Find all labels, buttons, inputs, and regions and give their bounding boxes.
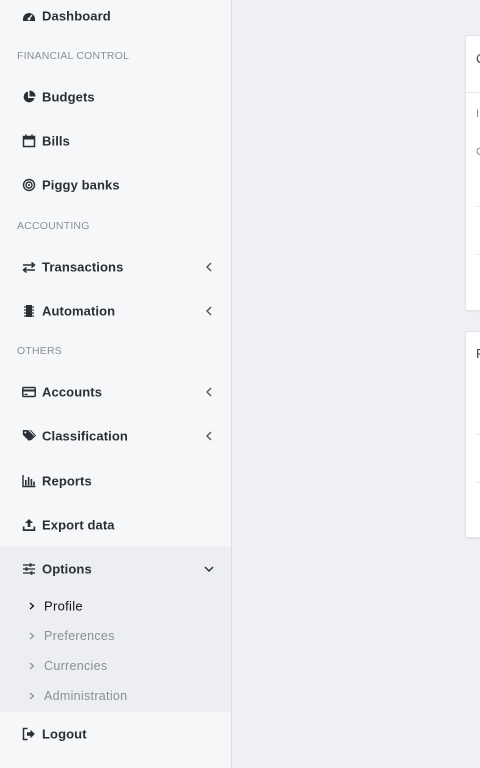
target-icon bbox=[22, 178, 36, 192]
submenu-item-administration-label: Administration bbox=[44, 689, 128, 703]
nav-reports-label: Reports bbox=[42, 473, 92, 489]
chevron-right-icon bbox=[28, 692, 36, 700]
section-accounting: ACCOUNTING bbox=[17, 220, 90, 232]
nav-piggy-banks-label: Piggy banks bbox=[42, 177, 120, 193]
chevron-down-icon bbox=[204, 564, 214, 574]
card-header-divider bbox=[466, 92, 480, 93]
submenu-item-preferences-label: Preferences bbox=[44, 629, 115, 643]
chevron-left-icon bbox=[204, 262, 214, 272]
nav-dashboard[interactable]: Dashboard bbox=[0, 0, 231, 34]
calendar-icon bbox=[22, 134, 36, 148]
nav-reports[interactable]: Reports bbox=[0, 463, 231, 499]
nav-bills-label: Bills bbox=[42, 133, 70, 149]
sliders-icon bbox=[22, 562, 36, 576]
chevron-right-icon bbox=[28, 662, 36, 670]
card-row-divider bbox=[476, 434, 480, 435]
card-text-fragment: C bbox=[476, 146, 480, 158]
card-title-fragment: C bbox=[476, 51, 480, 66]
card-row-divider bbox=[476, 206, 480, 207]
sidebar: Dashboard FINANCIAL CONTROL Budgets Bill… bbox=[0, 0, 232, 768]
chevron-left-icon bbox=[204, 431, 214, 441]
dashboard-icon bbox=[22, 9, 36, 23]
tags-icon bbox=[22, 429, 36, 443]
nav-options-label: Options bbox=[42, 561, 92, 577]
submenu-item-profile[interactable]: Profile bbox=[0, 592, 231, 620]
nav-budgets-label: Budgets bbox=[42, 89, 95, 105]
content-card-top: C I C bbox=[465, 35, 480, 311]
nav-logout-label: Logout bbox=[42, 726, 87, 742]
card-row-divider bbox=[476, 254, 480, 255]
nav-export-data-label: Export data bbox=[42, 517, 115, 533]
microchip-icon bbox=[22, 304, 36, 318]
submenu-item-currencies-label: Currencies bbox=[44, 659, 108, 673]
chevron-left-icon bbox=[204, 387, 214, 397]
nav-transactions[interactable]: Transactions bbox=[0, 249, 231, 285]
bar-chart-icon bbox=[22, 474, 36, 488]
card-text-fragment: I bbox=[476, 108, 480, 120]
nav-piggy-banks[interactable]: Piggy banks bbox=[0, 167, 231, 203]
nav-bills[interactable]: Bills bbox=[0, 123, 231, 159]
nav-logout[interactable]: Logout bbox=[0, 716, 231, 752]
nav-transactions-label: Transactions bbox=[42, 259, 124, 275]
content-card-bottom: F bbox=[465, 331, 480, 538]
chevron-left-icon bbox=[204, 306, 214, 316]
submenu-item-preferences[interactable]: Preferences bbox=[0, 622, 231, 650]
nav-accounts-label: Accounts bbox=[42, 384, 103, 400]
nav-budgets[interactable]: Budgets bbox=[0, 79, 231, 115]
submenu-item-administration[interactable]: Administration bbox=[0, 682, 231, 710]
nav-automation-label: Automation bbox=[42, 303, 116, 319]
nav-options[interactable]: Options bbox=[0, 551, 231, 587]
upload-icon bbox=[22, 518, 36, 532]
chevron-right-icon bbox=[28, 632, 36, 640]
nav-export-data[interactable]: Export data bbox=[0, 507, 231, 543]
chevron-right-icon bbox=[28, 602, 36, 610]
exchange-arrows-icon bbox=[22, 260, 36, 274]
sign-out-icon bbox=[22, 727, 36, 741]
submenu-item-profile-label: Profile bbox=[44, 598, 83, 614]
section-financial-control: FINANCIAL CONTROL bbox=[17, 50, 130, 62]
section-others: OTHERS bbox=[17, 345, 62, 357]
nav-classification[interactable]: Classification bbox=[0, 418, 231, 454]
nav-automation[interactable]: Automation bbox=[0, 293, 231, 329]
nav-accounts[interactable]: Accounts bbox=[0, 374, 231, 410]
pie-chart-icon bbox=[22, 90, 36, 104]
nav-classification-label: Classification bbox=[42, 428, 128, 444]
submenu-item-currencies[interactable]: Currencies bbox=[0, 652, 231, 680]
card-row-divider bbox=[476, 482, 480, 483]
nav-dashboard-label: Dashboard bbox=[42, 8, 111, 24]
credit-card-icon bbox=[22, 385, 36, 399]
card-title-fragment: F bbox=[476, 346, 480, 361]
